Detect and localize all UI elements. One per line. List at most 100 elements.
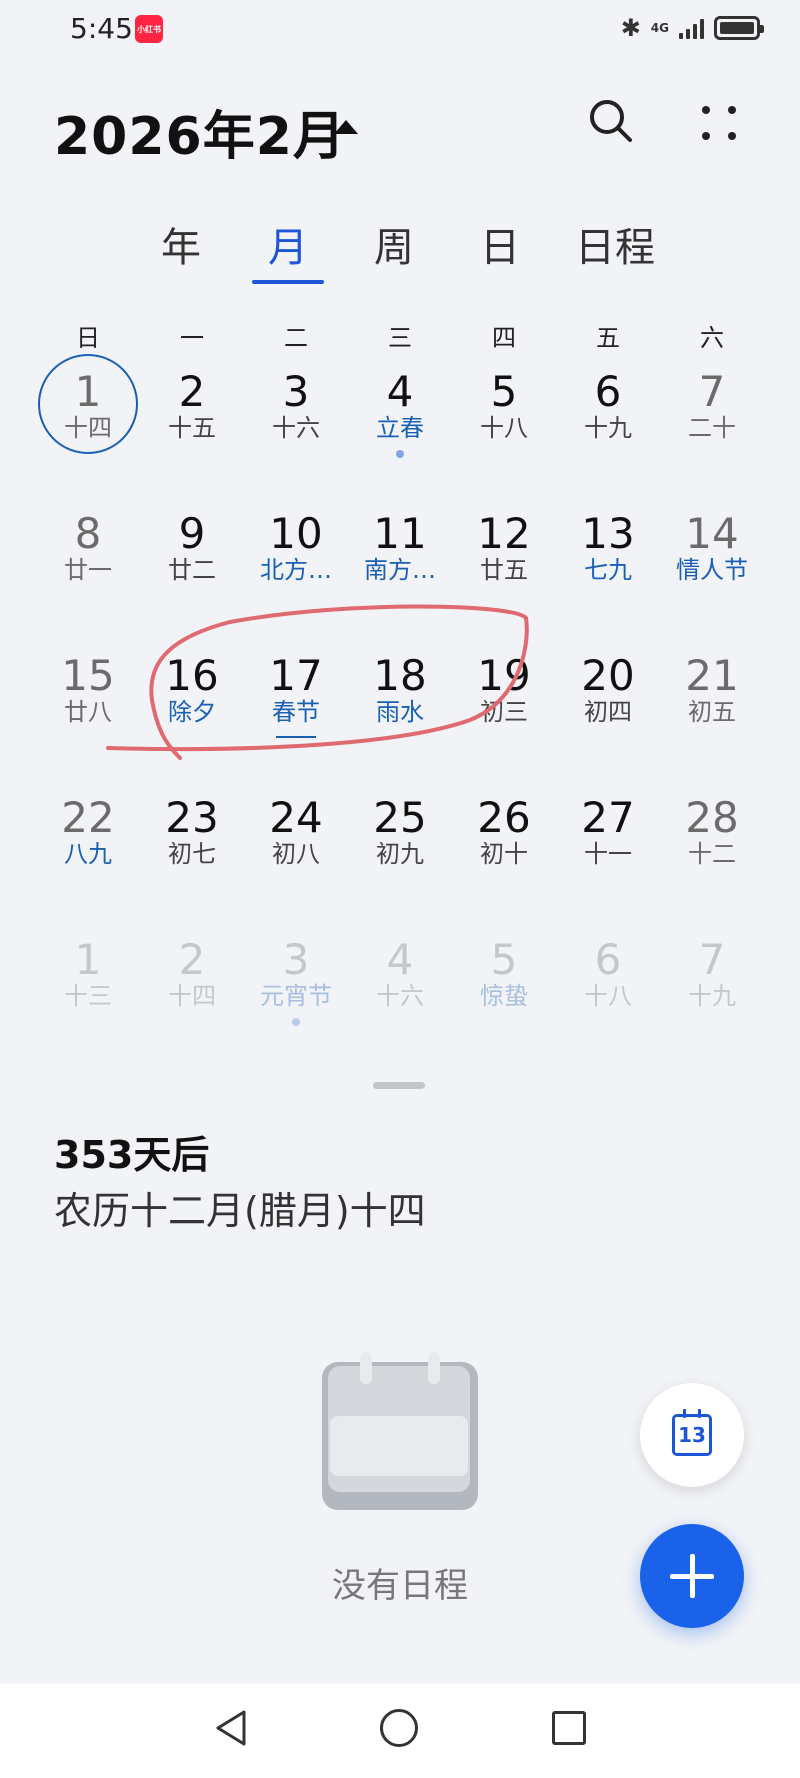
weekday-label: 五 — [596, 324, 620, 352]
active-tab-indicator — [252, 280, 324, 284]
calendar-day-cell[interactable]: 18 雨水 — [348, 654, 452, 764]
calendar-day-cell[interactable]: 16 除夕 — [140, 654, 244, 764]
day-number: 18 — [373, 651, 427, 700]
recent-apps-icon[interactable] — [552, 1711, 586, 1745]
back-icon[interactable] — [212, 1708, 252, 1748]
calendar-day-cell[interactable]: 7 二十 — [660, 370, 764, 480]
go-to-today-button[interactable]: 13 — [640, 1383, 744, 1487]
calendar-day-cell[interactable]: 11 南方… — [348, 512, 452, 622]
lunar-label: 七九 — [584, 556, 632, 584]
drag-handle[interactable] — [373, 1082, 425, 1089]
calendar-day-cell[interactable]: 9 廿二 — [140, 512, 244, 622]
tab-day[interactable]: 日 — [480, 215, 520, 273]
calendar-day-cell[interactable]: 10 北方… — [244, 512, 348, 622]
system-nav-bar — [0, 1684, 800, 1778]
calendar-day-cell[interactable]: 3 元宵节 — [244, 938, 348, 1048]
calendar-day-cell[interactable]: 14 情人节 — [660, 512, 764, 622]
event-dot — [396, 450, 404, 458]
tab-week[interactable]: 周 — [374, 215, 414, 273]
caret-up-icon[interactable] — [334, 120, 358, 134]
day-number: 2 — [178, 367, 206, 416]
calendar-day-cell[interactable]: 5 惊蛰 — [452, 938, 556, 1048]
lunar-label: 除夕 — [168, 698, 216, 726]
calendar-day-cell[interactable]: 4 十六 — [348, 938, 452, 1048]
more-options-icon[interactable] — [698, 102, 742, 146]
empty-calendar-icon — [322, 1352, 478, 1510]
day-number: 7 — [698, 367, 726, 416]
day-number: 1 — [74, 367, 102, 416]
bluetooth-icon: ✱ — [620, 14, 641, 42]
calendar-day-cell[interactable]: 2 十四 — [140, 938, 244, 1048]
calendar-day-cell[interactable]: 25 初九 — [348, 796, 452, 906]
calendar-day-cell[interactable]: 24 初八 — [244, 796, 348, 906]
calendar-day-cell[interactable]: 4 立春 — [348, 370, 452, 480]
calendar-day-cell[interactable]: 1 十四 — [36, 370, 140, 480]
calendar-day-cell[interactable]: 12 廿五 — [452, 512, 556, 622]
lunar-label: 雨水 — [376, 698, 424, 726]
calendar-day-cell[interactable]: 27 十一 — [556, 796, 660, 906]
lunar-label: 十六 — [376, 982, 424, 1010]
calendar-day-cell[interactable]: 15 廿八 — [36, 654, 140, 764]
calendar-day-cell[interactable]: 23 初七 — [140, 796, 244, 906]
day-number: 8 — [74, 509, 102, 558]
days-until-label: 353天后 — [54, 1133, 210, 1177]
lunar-label: 十二 — [688, 840, 736, 868]
day-number: 2 — [178, 935, 206, 984]
add-event-button[interactable] — [640, 1524, 744, 1628]
view-tabs: 年 月 周 日 日程 — [0, 215, 800, 285]
day-number: 17 — [269, 651, 323, 700]
day-number: 27 — [581, 793, 635, 842]
day-number: 16 — [165, 651, 219, 700]
day-number: 20 — [581, 651, 635, 700]
calendar-day-cell[interactable]: 26 初十 — [452, 796, 556, 906]
app-notification-icon: 小红书 — [135, 15, 163, 43]
day-number: 19 — [477, 651, 531, 700]
day-number: 9 — [178, 509, 206, 558]
lunar-label: 十九 — [584, 414, 632, 442]
calendar-day-cell[interactable]: 2 十五 — [140, 370, 244, 480]
calendar-day-cell[interactable]: 1 十三 — [36, 938, 140, 1048]
calendar-day-cell[interactable]: 20 初四 — [556, 654, 660, 764]
lunar-label: 十九 — [688, 982, 736, 1010]
signal-icon — [679, 17, 704, 39]
lunar-label: 十五 — [168, 414, 216, 442]
day-number: 7 — [698, 935, 726, 984]
calendar-day-cell[interactable]: 8 廿一 — [36, 512, 140, 622]
day-number: 4 — [386, 367, 414, 416]
calendar-day-cell[interactable]: 13 七九 — [556, 512, 660, 622]
calendar-day-cell[interactable]: 17 春节 — [244, 654, 348, 764]
lunar-label: 初四 — [584, 698, 632, 726]
calendar-day-cell[interactable]: 21 初五 — [660, 654, 764, 764]
lunar-label: 初五 — [688, 698, 736, 726]
lunar-label: 十四 — [168, 982, 216, 1010]
calendar-day-cell[interactable]: 6 十九 — [556, 370, 660, 480]
tab-schedule[interactable]: 日程 — [575, 215, 655, 273]
tab-year[interactable]: 年 — [161, 215, 201, 273]
lunar-label: 廿八 — [64, 698, 112, 726]
tab-month[interactable]: 月 — [268, 215, 308, 273]
holiday-underline — [276, 736, 316, 738]
day-number: 22 — [61, 793, 115, 842]
day-number: 3 — [282, 935, 310, 984]
calendar-day-cell[interactable]: 3 十六 — [244, 370, 348, 480]
calendar-day-cell[interactable]: 6 十八 — [556, 938, 660, 1048]
calendar-day-cell[interactable]: 28 十二 — [660, 796, 764, 906]
search-icon[interactable] — [588, 98, 634, 144]
weekday-label: 一 — [180, 324, 204, 352]
lunar-label: 十三 — [64, 982, 112, 1010]
calendar-day-cell[interactable]: 19 初三 — [452, 654, 556, 764]
calendar-day-cell[interactable]: 5 十八 — [452, 370, 556, 480]
network-label: 4G — [650, 21, 669, 35]
status-icons: ✱ 4G — [620, 14, 764, 42]
home-icon[interactable] — [380, 1709, 418, 1747]
day-number: 13 — [581, 509, 635, 558]
lunar-label: 二十 — [688, 414, 736, 442]
calendar-day-cell[interactable]: 22 八九 — [36, 796, 140, 906]
day-number: 12 — [477, 509, 531, 558]
weekday-label: 六 — [700, 324, 724, 352]
month-title[interactable]: 2026年2月 — [54, 94, 346, 169]
calendar-today-icon: 13 — [672, 1409, 712, 1456]
weekday-label: 日 — [76, 324, 100, 352]
calendar-day-cell[interactable]: 7 十九 — [660, 938, 764, 1048]
day-number: 1 — [74, 935, 102, 984]
